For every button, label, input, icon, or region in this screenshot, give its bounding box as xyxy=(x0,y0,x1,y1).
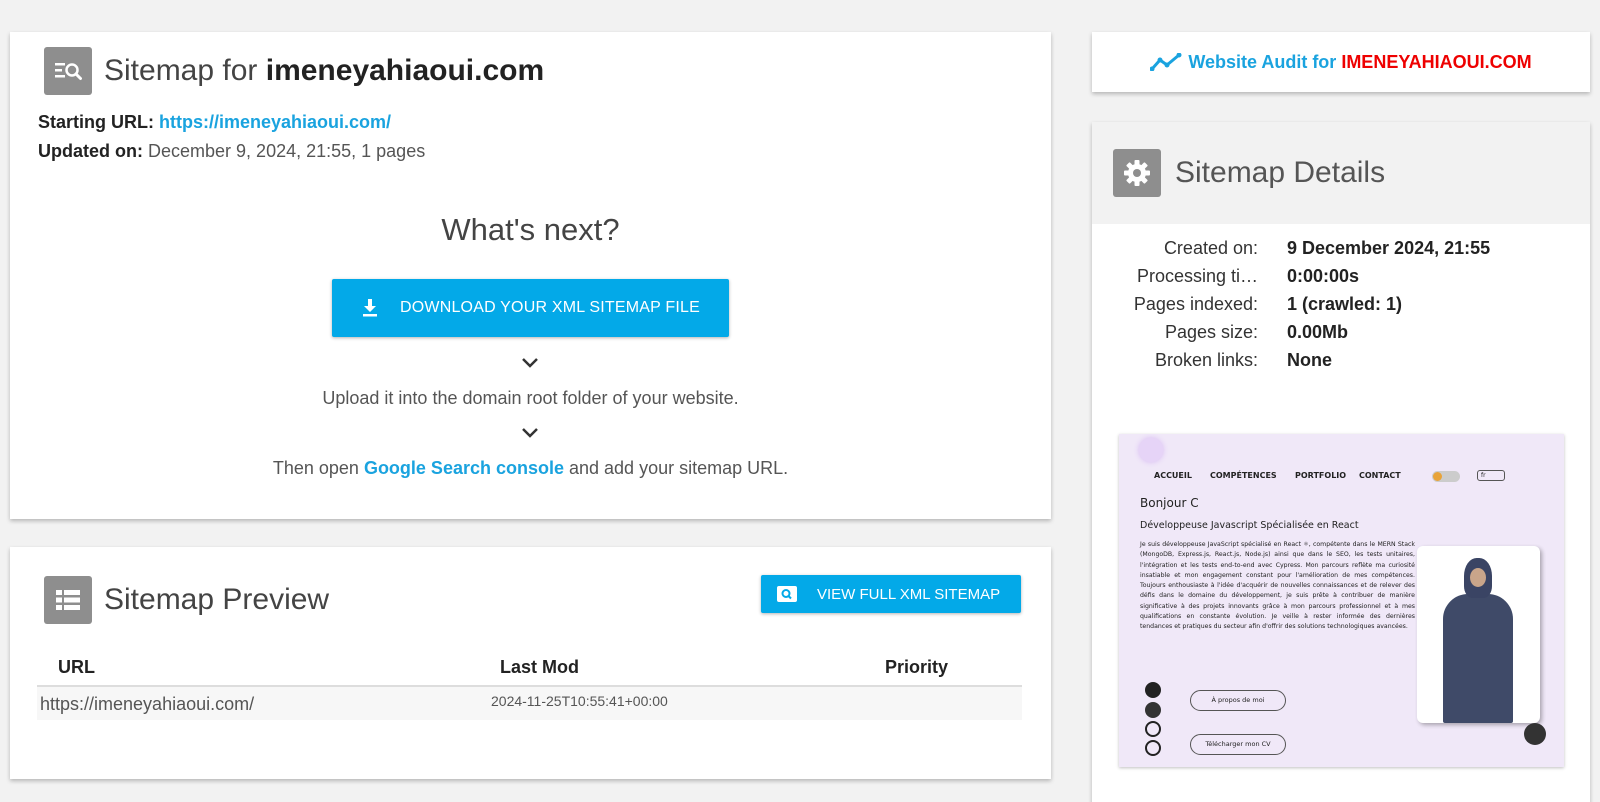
profile-photo xyxy=(1417,546,1540,723)
thumb-greeting: Bonjour C xyxy=(1140,496,1199,510)
detail-label: Created on: xyxy=(1163,238,1258,258)
discord-icon xyxy=(1145,702,1161,718)
preview-title: Sitemap Preview xyxy=(104,583,330,616)
search-console-instruction: Then open Google Search console and add … xyxy=(272,458,789,478)
detail-value: 0:00:00s xyxy=(1287,266,1360,286)
thumb-nav-item: COMPÉTENCES xyxy=(1210,471,1277,480)
detail-label: Pages size: xyxy=(1164,322,1258,342)
sitemap-header: Sitemap for imeneyahiaoui.com xyxy=(44,47,544,95)
chat-bubble-icon xyxy=(1524,723,1546,745)
starting-url-link[interactable]: https://imeneyahiaoui.com/ xyxy=(159,112,391,132)
details-header: Sitemap Details xyxy=(1092,122,1590,224)
trend-line-icon xyxy=(1150,53,1182,71)
view-full-xml-sitemap-label: VIEW FULL XML SITEMAP xyxy=(817,585,1001,603)
site-logo-icon xyxy=(1139,438,1163,462)
thumb-nav-item: CONTACT xyxy=(1359,471,1401,480)
sitemap-card: Sitemap for imeneyahiaoui.com Starting U… xyxy=(10,32,1051,519)
view-full-xml-sitemap-button[interactable]: VIEW FULL XML SITEMAP xyxy=(761,575,1021,613)
whats-next-heading: What's next? xyxy=(441,212,620,247)
detail-label: Broken links: xyxy=(1154,350,1258,370)
chevron-down-icon xyxy=(522,428,538,438)
updated-label: Updated on: xyxy=(38,141,143,161)
row-url[interactable]: https://imeneyahiaoui.com/ xyxy=(40,694,254,715)
person-body xyxy=(1443,594,1513,723)
detail-value: 0.00Mb xyxy=(1287,322,1349,342)
detail-label: Pages indexed: xyxy=(1133,294,1258,314)
column-header-last-mod: Last Mod xyxy=(500,657,579,677)
thumb-role: Développeuse Javascript Spécialisée en R… xyxy=(1140,520,1359,531)
sitemap-details-card: Sitemap Details Created on: 9 December 2… xyxy=(1092,122,1590,802)
details-title: Sitemap Details xyxy=(1175,156,1386,189)
download-cv-button: Télécharger mon CV xyxy=(1190,734,1286,755)
table-row: https://imeneyahiaoui.com/ 2024-11-25T10… xyxy=(37,687,1022,720)
website-audit-label: Website Audit for xyxy=(1188,51,1337,72)
website-audit-domain: IMENEYAHIAOUI.COM xyxy=(1341,51,1532,72)
sitemap-search-icon xyxy=(44,47,92,95)
sitemap-preview-table: URL Last Mod Priority https://imeneyahia… xyxy=(37,647,1022,720)
download-icon xyxy=(362,299,378,317)
detail-value: None xyxy=(1287,350,1332,370)
thumb-nav-item: PORTFOLIO xyxy=(1295,471,1347,480)
theme-toggle-icon xyxy=(1432,471,1460,482)
detail-value: 1 (crawled: 1) xyxy=(1287,294,1403,314)
sitemap-preview-card: Sitemap Preview VIEW FULL XML SITEMAP UR… xyxy=(10,547,1051,779)
updated-line: Updated on: December 9, 2024, 21:55, 1 p… xyxy=(38,141,425,162)
column-header-priority: Priority xyxy=(885,657,949,677)
chevron-down-icon xyxy=(522,358,538,368)
language-select: fr xyxy=(1477,470,1505,481)
list-icon xyxy=(44,576,92,624)
linkedin-icon xyxy=(1145,721,1161,737)
updated-value: December 9, 2024, 21:55, 1 pages xyxy=(148,141,426,161)
thumb-nav-item: ACCUEIL xyxy=(1154,471,1192,480)
gear-icon xyxy=(1113,149,1161,197)
upload-instruction: Upload it into the domain root folder of… xyxy=(322,388,739,408)
google-search-console-link[interactable]: Google Search console xyxy=(364,458,564,478)
detail-value: 9 December 2024, 21:55 xyxy=(1287,238,1491,258)
table-header: URL Last Mod Priority xyxy=(37,647,1022,687)
about-me-button: À propos de moi xyxy=(1190,690,1286,711)
sitemap-domain: imeneyahiaoui.com xyxy=(265,54,545,87)
starting-url-label: Starting URL: xyxy=(38,112,154,132)
download-sitemap-button[interactable]: DOWNLOAD YOUR XML SITEMAP FILE xyxy=(332,279,729,337)
search-image-icon xyxy=(777,586,797,602)
starting-url-line: Starting URL: https://imeneyahiaoui.com/ xyxy=(38,112,391,133)
preview-header: Sitemap Preview xyxy=(44,576,329,624)
github-icon xyxy=(1145,682,1161,698)
download-sitemap-label: DOWNLOAD YOUR XML SITEMAP FILE xyxy=(400,299,700,316)
thumb-paragraph: Je suis développeuse JavaScript spéciali… xyxy=(1140,541,1415,631)
sitemap-title: Sitemap for imeneyahiaoui.com xyxy=(104,54,545,87)
website-audit-card[interactable]: Website Audit for IMENEYAHIAOUI.COM xyxy=(1092,32,1590,92)
person-face xyxy=(1470,568,1486,587)
column-header-url: URL xyxy=(58,657,95,677)
row-lastmod: 2024-11-25T10:55:41+00:00 xyxy=(491,693,668,709)
website-screenshot-thumbnail: ACCUEIL COMPÉTENCES PORTFOLIO CONTACT fr… xyxy=(1119,434,1564,767)
codepen-icon xyxy=(1145,740,1161,756)
detail-label: Processing ti… xyxy=(1136,266,1258,286)
